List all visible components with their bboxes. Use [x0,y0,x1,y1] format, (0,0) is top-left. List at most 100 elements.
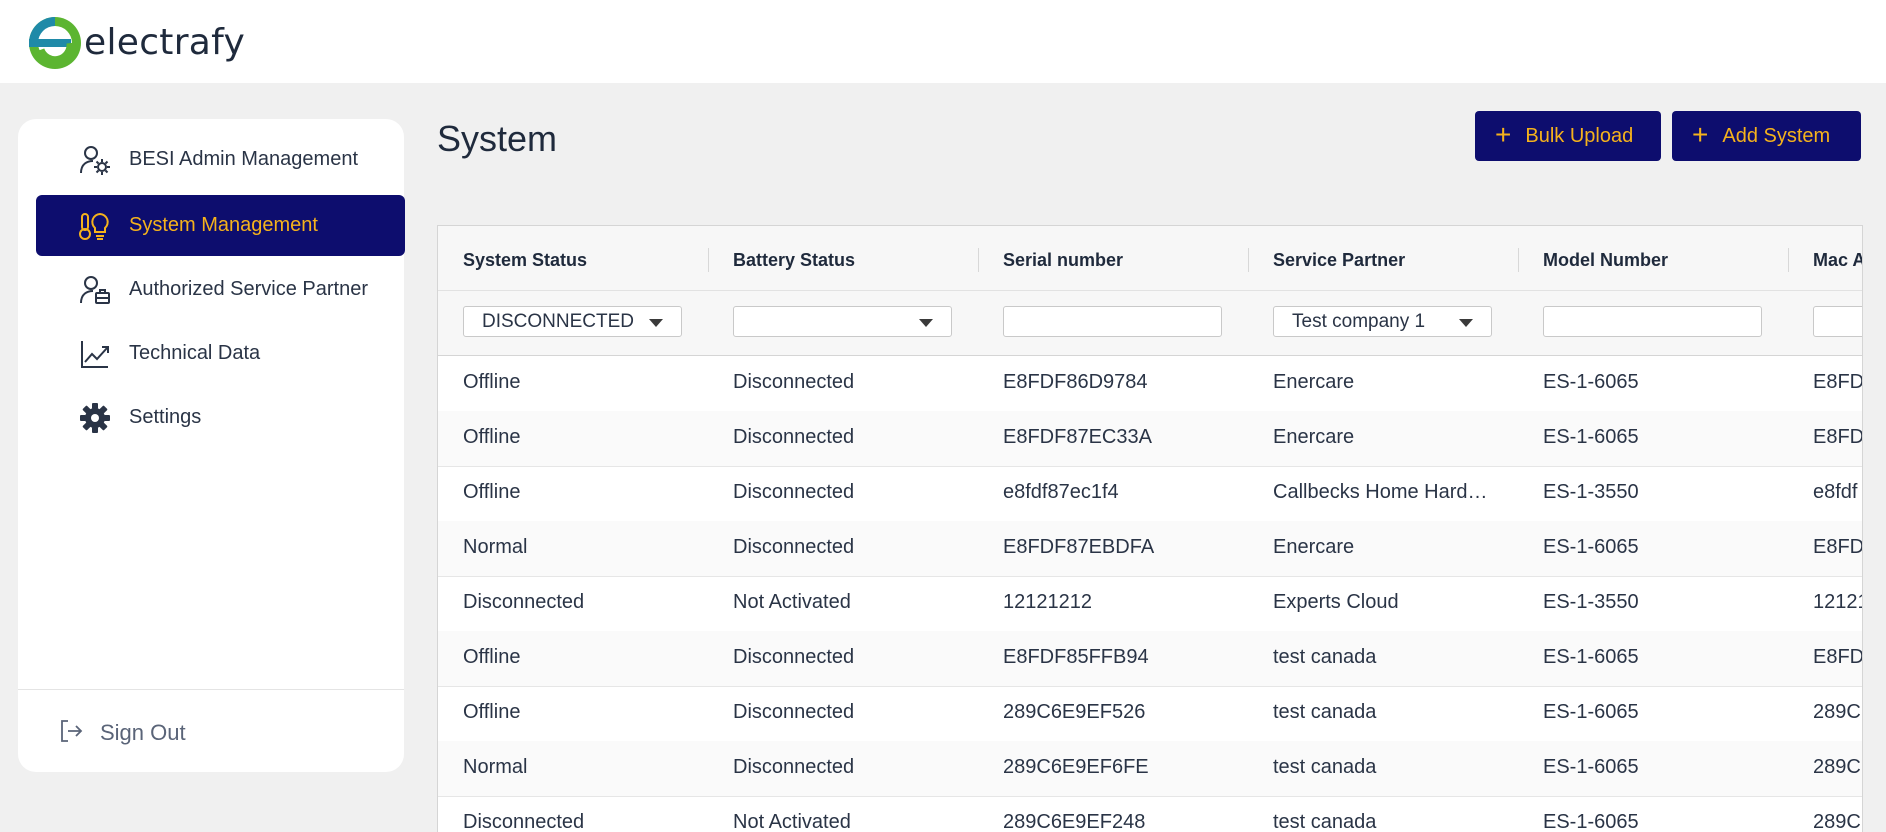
add-system-button[interactable]: + Add System [1672,111,1861,161]
sidebar-item-besi-admin[interactable]: BESI Admin Management [36,129,405,190]
cell-serial-number: 289C6E9EF526 [1003,701,1146,723]
chart-line-icon [78,337,112,371]
sidebar-divider [18,689,404,690]
sidebar: BESI Admin Management System Management … [18,119,405,772]
cell-battery-status: Disconnected [733,536,855,558]
cell-system-status: Offline [463,426,521,448]
cell-model-number: ES-1-6065 [1543,371,1639,393]
add-system-label: Add System [1722,124,1831,147]
cell-service-partner: Enercare [1273,371,1355,393]
user-briefcase-icon [78,273,112,307]
service-partner-filter[interactable]: Test company 1 [1273,306,1492,337]
cell-mac-address: 289C [1813,811,1861,832]
cell-battery-status: Not Activated [733,811,851,832]
cell-service-partner: test canada [1273,646,1377,668]
gear-icon [78,401,112,435]
battery-status-filter[interactable] [733,306,952,337]
system-bulb-icon [78,209,112,243]
cell-service-partner: Enercare [1273,536,1355,558]
system-status-filter-value: DISCONNECTED [482,310,635,332]
table-row[interactable]: Offline Disconnected E8FDF86D9784 Enerca… [438,356,1862,412]
sidebar-item-label: Authorized Service Partner [129,278,369,300]
column-divider[interactable] [978,248,979,272]
brand-name: electrafy [84,21,246,63]
cell-mac-address: 289C [1813,701,1861,723]
plus-icon: + [1495,118,1512,150]
column-header-system-status[interactable]: System Status [463,250,587,271]
column-divider[interactable] [1518,248,1519,272]
cell-battery-status: Disconnected [733,701,855,723]
cell-mac-address: E8FDI [1813,371,1862,393]
system-status-filter[interactable]: DISCONNECTED [463,306,682,337]
sidebar-item-technical-data[interactable]: Technical Data [36,323,405,384]
cell-model-number: ES-1-6065 [1543,811,1639,832]
cell-system-status: Offline [463,646,521,668]
sidebar-item-label: Settings [129,406,202,428]
sign-out-label: Sign Out [100,720,186,745]
cell-service-partner: test canada [1273,811,1377,832]
column-header-model-number[interactable]: Model Number [1543,250,1668,271]
cell-model-number: ES-1-6065 [1543,756,1639,778]
cell-serial-number: e8fdf87ec1f4 [1003,481,1119,503]
cell-model-number: ES-1-3550 [1543,481,1639,503]
cell-serial-number: E8FDF85FFB94 [1003,646,1149,668]
cell-model-number: ES-1-6065 [1543,426,1639,448]
cell-serial-number: E8FDF86D9784 [1003,371,1148,393]
electrafy-logo-icon [29,17,81,69]
column-header-service-partner[interactable]: Service Partner [1273,250,1405,271]
table-row[interactable]: Normal Disconnected E8FDF87EBDFA Enercar… [438,521,1862,577]
column-divider[interactable] [708,248,709,272]
cell-serial-number: 12121212 [1003,591,1092,613]
serial-number-filter-input[interactable] [1003,306,1222,337]
bulk-upload-button[interactable]: + Bulk Upload [1475,111,1661,161]
column-divider[interactable] [1788,248,1789,272]
table-row[interactable]: Offline Disconnected E8FDF87EC33A Enerca… [438,411,1862,467]
cell-battery-status: Disconnected [733,646,855,668]
sidebar-item-authorized-service-partner[interactable]: Authorized Service Partner [36,259,405,320]
cell-battery-status: Disconnected [733,481,855,503]
cell-serial-number: 289C6E9EF248 [1003,811,1146,832]
chevron-down-icon [649,319,663,327]
cell-mac-address: E8FDI [1813,646,1862,668]
cell-mac-address: E8FDI [1813,536,1862,558]
mac-filter-input[interactable] [1813,306,1862,337]
sign-out-button[interactable]: Sign Out [58,703,186,763]
user-gear-icon [78,143,112,177]
cell-service-partner: test canada [1273,756,1377,778]
table-row[interactable]: Offline Disconnected 289C6E9EF526 test c… [438,686,1862,742]
sidebar-item-settings[interactable]: Settings [36,387,405,448]
chevron-down-icon [919,319,933,327]
sidebar-item-system-management[interactable]: System Management [36,195,405,256]
column-header-serial-number[interactable]: Serial number [1003,250,1123,271]
cell-model-number: ES-1-3550 [1543,591,1639,613]
brand-logo[interactable]: electrafy [26,12,245,72]
cell-system-status: Normal [463,756,528,778]
table-row[interactable]: Offline Disconnected e8fdf87ec1f4 Callbe… [438,466,1862,522]
cell-service-partner: Callbecks Home Hard… [1273,481,1488,503]
cell-battery-status: Disconnected [733,371,855,393]
page-title: System [437,118,558,159]
cell-mac-address: e8fdf [1813,481,1858,503]
cell-service-partner: test canada [1273,701,1377,723]
column-header-battery-status[interactable]: Battery Status [733,250,855,271]
sidebar-item-label: System Management [129,214,318,236]
cell-battery-status: Disconnected [733,426,855,448]
model-number-filter-input[interactable] [1543,306,1762,337]
column-divider[interactable] [1248,248,1249,272]
table-row[interactable]: Disconnected Not Activated 289C6E9EF248 … [438,796,1862,832]
cell-mac-address: 289C [1813,756,1861,778]
column-header-mac-address[interactable]: Mac A [1813,250,1862,271]
plus-icon: + [1692,118,1709,150]
cell-serial-number: 289C6E9EF6FE [1003,756,1149,778]
cell-service-partner: Experts Cloud [1273,591,1399,613]
cell-system-status: Disconnected [463,591,585,613]
cell-battery-status: Disconnected [733,756,855,778]
cell-serial-number: E8FDF87EC33A [1003,426,1152,448]
table-row[interactable]: Disconnected Not Activated 12121212 Expe… [438,576,1862,632]
sidebar-item-label: BESI Admin Management [129,148,359,170]
table-row[interactable]: Offline Disconnected E8FDF85FFB94 test c… [438,631,1862,687]
table-row[interactable]: Normal Disconnected 289C6E9EF6FE test ca… [438,741,1862,797]
cell-model-number: ES-1-6065 [1543,536,1639,558]
cell-system-status: Offline [463,371,521,393]
cell-battery-status: Not Activated [733,591,851,613]
